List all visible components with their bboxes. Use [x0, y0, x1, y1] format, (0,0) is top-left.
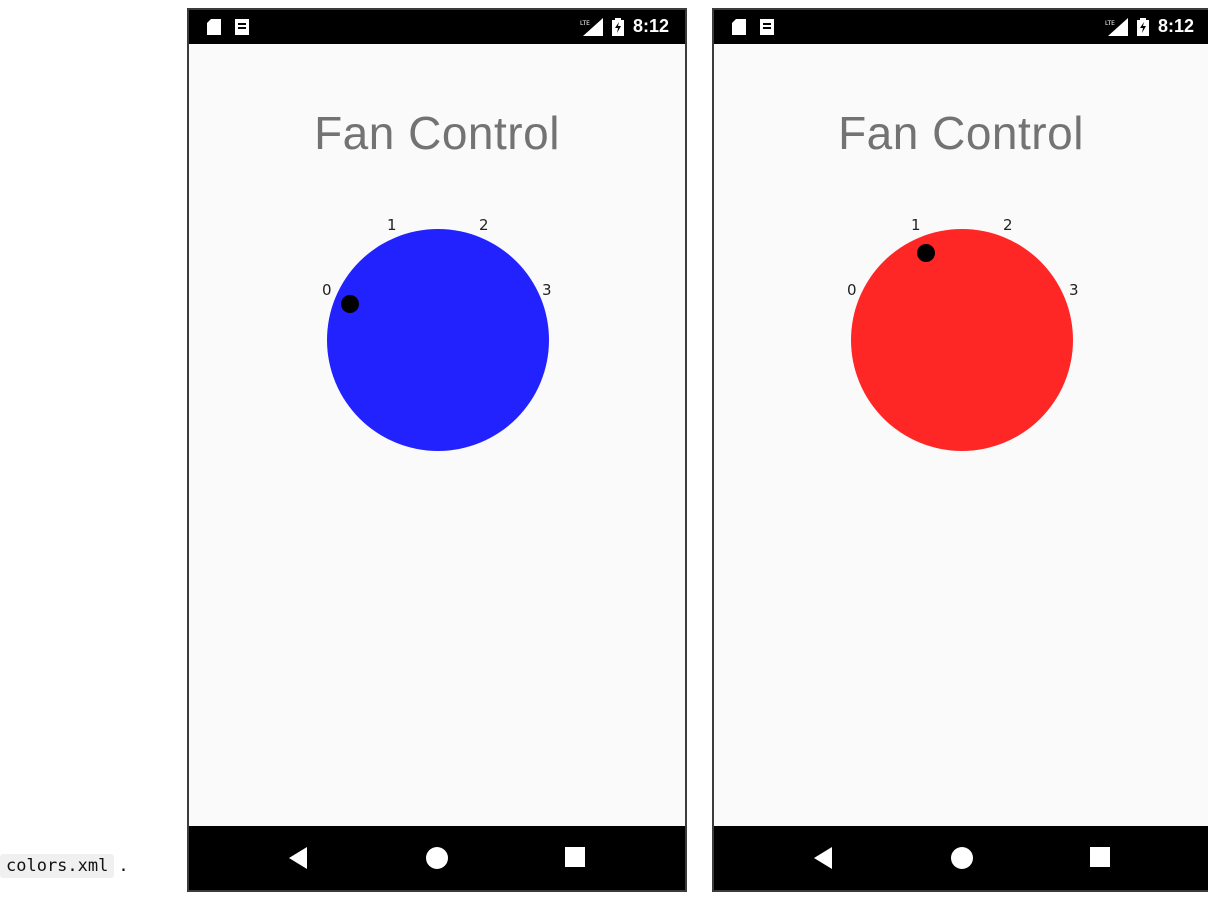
fan-dial[interactable]	[851, 229, 1073, 451]
dial-indicator-dot	[917, 244, 935, 262]
fan-dial-widget[interactable]: 0 1 2 3	[714, 200, 1208, 470]
caption-period: .	[118, 856, 129, 876]
fan-dial-widget[interactable]: 0 1 2 3	[189, 200, 685, 470]
back-icon[interactable]	[814, 847, 834, 869]
status-time: 8:12	[633, 16, 670, 36]
dial-label-2: 2	[479, 216, 489, 234]
page-title: Fan Control	[838, 107, 1084, 159]
phone-screen-right: LTE 8:12 Fan Control 0 1 2 3	[712, 8, 1208, 892]
home-icon[interactable]	[426, 847, 448, 869]
notification-icon	[235, 19, 249, 35]
dial-label-1: 1	[911, 216, 921, 234]
lte-signal-icon: LTE	[1105, 18, 1128, 36]
dial-label-2: 2	[1003, 216, 1013, 234]
status-time: 8:12	[1158, 16, 1195, 36]
status-bar: LTE 8:12	[714, 10, 1208, 44]
recents-icon[interactable]	[565, 847, 585, 867]
sd-card-icon	[207, 19, 221, 35]
battery-icon	[612, 18, 624, 36]
caption: colors.xml .	[0, 854, 129, 878]
notification-icon	[760, 19, 774, 35]
dial-label-3: 3	[542, 281, 552, 299]
dial-label-0: 0	[322, 281, 332, 299]
home-icon[interactable]	[951, 847, 973, 869]
sd-card-icon	[732, 19, 746, 35]
status-bar: LTE 8:12	[189, 10, 685, 44]
svg-text:LTE: LTE	[1105, 20, 1115, 27]
dial-label-0: 0	[847, 281, 857, 299]
svg-text:LTE: LTE	[580, 20, 590, 27]
page-title: Fan Control	[314, 107, 560, 159]
dial-label-3: 3	[1069, 281, 1079, 299]
navigation-bar	[189, 826, 685, 890]
lte-signal-icon: LTE	[580, 18, 603, 36]
recents-icon[interactable]	[1090, 847, 1110, 867]
fan-dial[interactable]	[327, 229, 549, 451]
battery-icon	[1137, 18, 1149, 36]
phone-screen-left: LTE 8:12 Fan Control 0 1 2 3	[187, 8, 687, 892]
dial-indicator-dot	[341, 295, 359, 313]
dial-label-1: 1	[387, 216, 397, 234]
code-filename: colors.xml	[0, 854, 115, 878]
back-icon[interactable]	[289, 847, 309, 869]
navigation-bar	[714, 826, 1208, 890]
